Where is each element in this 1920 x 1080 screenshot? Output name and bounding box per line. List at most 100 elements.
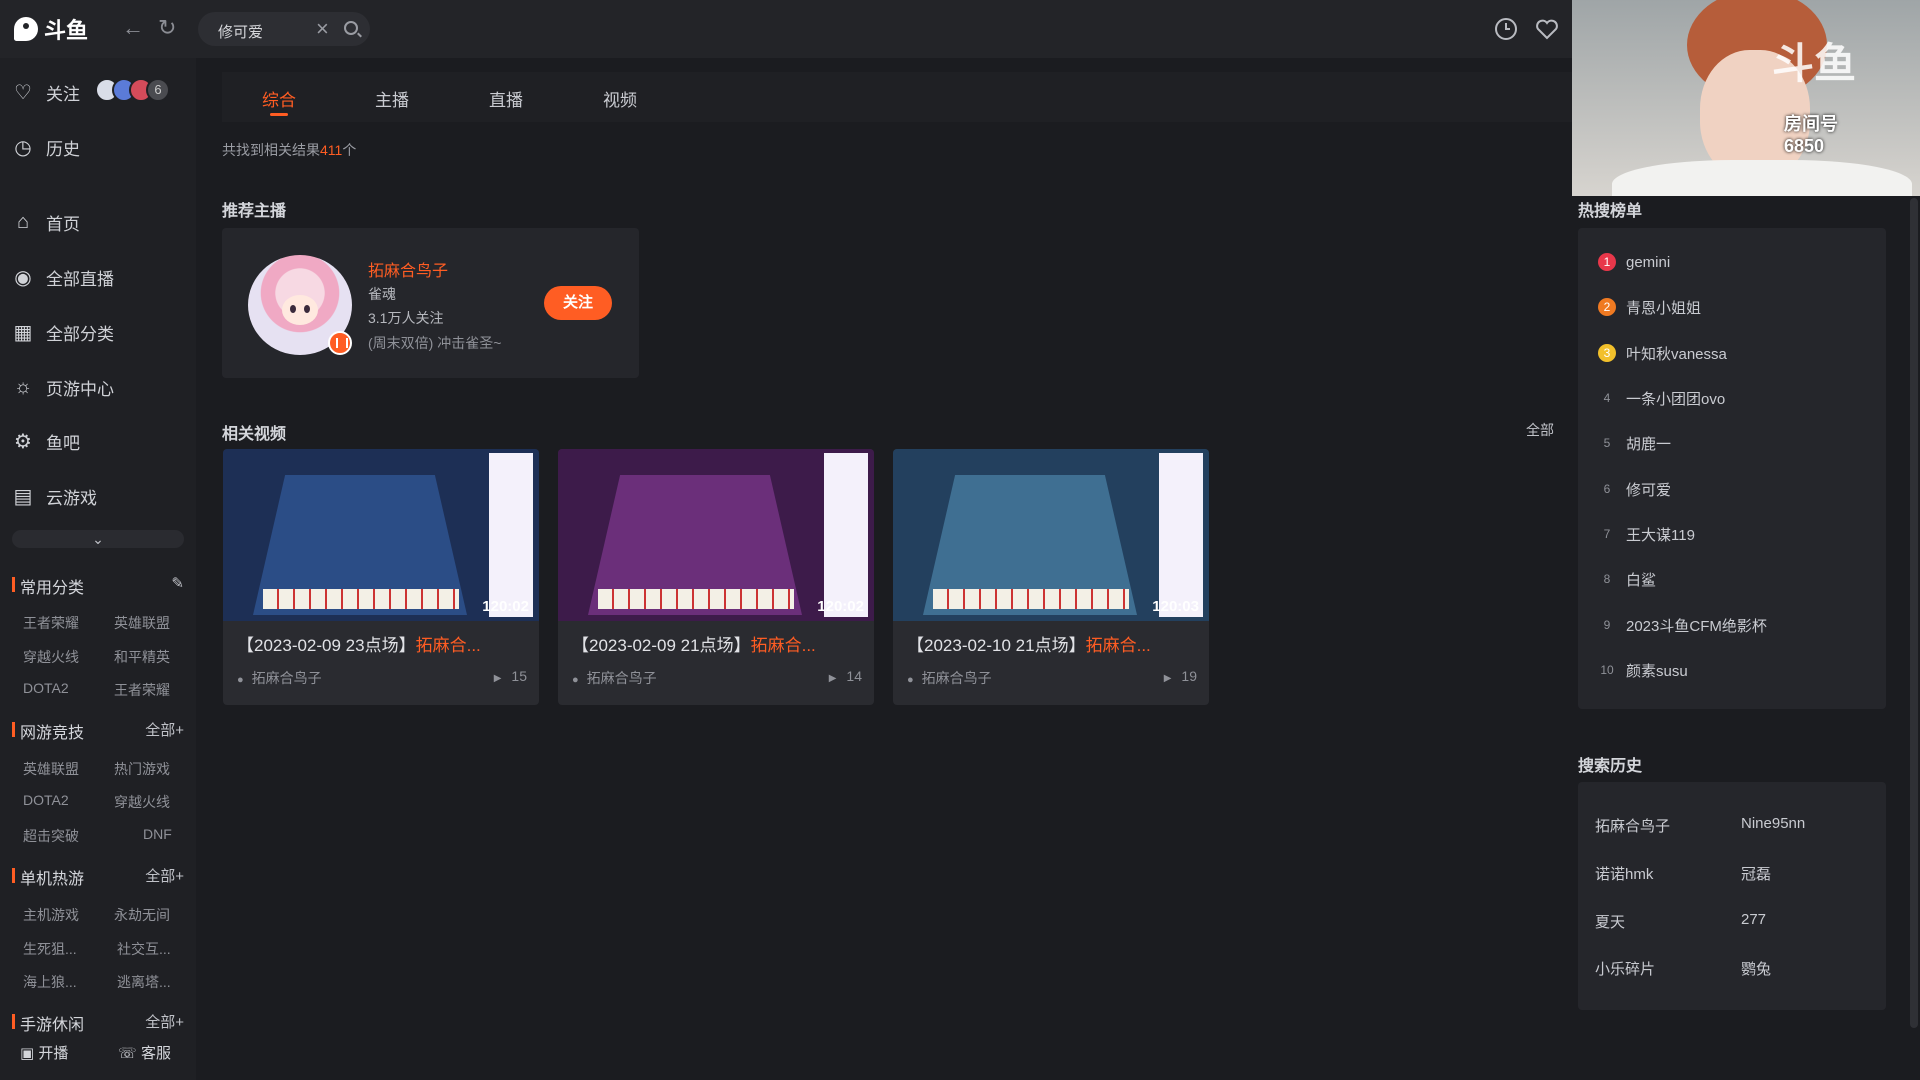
video-title-highlight: 拓麻合... <box>415 636 481 655</box>
result-count-prefix: 共找到相关结果 <box>222 142 320 158</box>
clock-icon[interactable] <box>1493 16 1519 42</box>
video-title-text: 【2023-02-09 23点场】 <box>237 636 416 655</box>
category-link[interactable]: DOTA2 <box>23 792 69 808</box>
hot-search-item[interactable]: 2 青恩小姐姐 <box>1598 296 1701 318</box>
section-more-link[interactable]: 全部+ <box>145 1011 184 1032</box>
hot-search-item[interactable]: 1 gemini <box>1598 251 1670 273</box>
history-item[interactable]: 诺诺hmk <box>1595 863 1653 884</box>
video-title[interactable]: 【2023-02-09 23点场】拓麻合... <box>237 631 527 656</box>
category-link[interactable]: 永劫无间 <box>114 905 170 925</box>
tab-all[interactable]: 综合 <box>262 86 296 111</box>
hot-search-item[interactable]: 10 颜素susu <box>1598 659 1687 681</box>
video-author[interactable]: 拓麻合鸟子 <box>572 668 657 688</box>
follow-button[interactable]: 关注 <box>544 286 612 320</box>
search-history-panel: 拓麻合鸟子 Nine95nn 诺诺hmk 冠磊 夏天 277 小乐碎片 鹦兔 <box>1578 782 1886 1010</box>
avatar-eye <box>304 305 310 313</box>
sidebar-item-all-live[interactable]: ◉ 全部直播 <box>12 262 114 292</box>
tab-videos[interactable]: 视频 <box>603 86 637 111</box>
arrow-left-icon[interactable]: ← <box>122 16 144 40</box>
sidebar-item-game-center[interactable]: ☼ 页游中心 <box>12 372 114 402</box>
edit-icon[interactable]: ✎ <box>171 574 184 592</box>
category-link[interactable]: 英雄联盟 <box>114 613 170 633</box>
hot-search-item[interactable]: 7 王大谋119 <box>1598 523 1695 545</box>
heart-icon[interactable] <box>1534 16 1560 42</box>
page-scrollbar[interactable] <box>1910 198 1918 1028</box>
sidebar-item-follow[interactable]: ♡ 关注 <box>12 77 80 107</box>
close-icon[interactable]: × <box>316 16 329 42</box>
live-icon: ◉ <box>14 266 32 289</box>
broadcast-button[interactable]: ▣ 开播 <box>20 1042 68 1063</box>
category-link[interactable]: 生死狙... <box>23 939 77 959</box>
hot-search-item[interactable]: 8 白鲨 <box>1598 568 1656 590</box>
category-link[interactable]: 社交互... <box>117 939 171 959</box>
category-link[interactable]: 穿越火线 <box>23 647 79 667</box>
category-link[interactable]: 主机游戏 <box>23 905 79 925</box>
video-card[interactable]: 120:02 【2023-02-09 21点场】拓麻合... 拓麻合鸟子 14 <box>558 449 874 705</box>
refresh-icon[interactable]: ↻ <box>158 16 176 40</box>
section-bar <box>12 722 15 737</box>
streamer-card[interactable]: 拓麻合鸟子 雀魂 3.1万人关注 (周末双倍) 冲击雀圣~ 关注 <box>222 228 639 378</box>
category-link[interactable]: DNF <box>143 826 172 842</box>
history-item[interactable]: 277 <box>1741 911 1766 928</box>
history-item[interactable]: 拓麻合鸟子 <box>1595 815 1670 836</box>
video-title[interactable]: 【2023-02-10 21点场】拓麻合... <box>907 631 1197 656</box>
sidebar-item-fishbar[interactable]: ⚙ 鱼吧 <box>12 426 80 456</box>
hot-search-item[interactable]: 5 胡鹿一 <box>1598 432 1671 454</box>
video-card[interactable]: 120:03 【2023-02-10 21点场】拓麻合... 拓麻合鸟子 19 <box>893 449 1209 705</box>
douyu-logo[interactable]: 斗鱼 <box>14 14 88 44</box>
category-link[interactable]: 和平精英 <box>114 647 170 667</box>
history-item[interactable]: 冠磊 <box>1741 863 1771 884</box>
history-item[interactable]: Nine95nn <box>1741 815 1805 832</box>
expand-sidebar-button[interactable]: ⌄ <box>12 530 184 548</box>
hot-search-item[interactable]: 3 叶知秋vanessa <box>1598 342 1727 364</box>
category-link[interactable]: 穿越火线 <box>114 792 170 812</box>
video-card[interactable]: 120:02 【2023-02-09 23点场】拓麻合... 拓麻合鸟子 15 <box>223 449 539 705</box>
tab-live[interactable]: 直播 <box>489 86 523 111</box>
sidebar-item-history[interactable]: ◷ 历史 <box>12 132 80 162</box>
category-link[interactable]: 逃离塔... <box>117 972 171 992</box>
live-badge-icon <box>328 331 352 355</box>
followed-avatars[interactable]: 6 <box>95 78 170 102</box>
hot-search-item[interactable]: 6 修可爱 <box>1598 478 1671 500</box>
category-link[interactable]: 热门游戏 <box>114 759 170 779</box>
rank-badge: 3 <box>1598 344 1616 362</box>
hot-search-title: 热搜榜单 <box>1578 203 1643 220</box>
search-input[interactable]: 修可爱 × <box>198 12 370 46</box>
category-link[interactable]: 王者荣耀 <box>114 680 170 700</box>
video-author[interactable]: 拓麻合鸟子 <box>907 668 992 688</box>
video-author[interactable]: 拓麻合鸟子 <box>237 668 322 688</box>
history-item[interactable]: 鹦兔 <box>1741 958 1771 979</box>
sidebar-item-home[interactable]: ⌂ 首页 <box>12 207 80 237</box>
hot-search-item[interactable]: 9 2023斗鱼CFM绝影杯 <box>1598 614 1767 636</box>
avatar-face <box>282 295 318 325</box>
video-title[interactable]: 【2023-02-09 21点场】拓麻合... <box>572 631 862 656</box>
sidebar-item-label: 全部分类 <box>46 324 114 344</box>
hot-search-item[interactable]: 4 一条小团团ovo <box>1598 387 1726 409</box>
sidebar-item-all-categories[interactable]: ▦ 全部分类 <box>12 317 114 347</box>
headset-icon: ☏ <box>118 1045 137 1062</box>
sidebar-item-label: 云游戏 <box>46 488 97 508</box>
tab-streamers[interactable]: 主播 <box>375 86 409 111</box>
service-button[interactable]: ☏ 客服 <box>118 1042 171 1063</box>
all-videos-link[interactable]: 全部 <box>1526 420 1554 440</box>
clock-icon: ◷ <box>14 136 32 159</box>
category-link[interactable]: 超击突破 <box>23 826 79 846</box>
history-item[interactable]: 小乐碎片 <box>1595 958 1655 979</box>
section-more-link[interactable]: 全部+ <box>145 719 184 740</box>
video-thumbnail[interactable]: 120:03 <box>893 449 1209 621</box>
category-link[interactable]: 王者荣耀 <box>23 613 79 633</box>
history-item[interactable]: 夏天 <box>1595 911 1625 932</box>
streamer-name[interactable]: 拓麻合鸟子 <box>368 257 448 281</box>
search-icon[interactable] <box>344 21 358 35</box>
recommend-title: 推荐主播 <box>222 203 287 220</box>
sidebar-item-cloud-game[interactable]: ▤ 云游戏 <box>12 481 97 511</box>
section-bar <box>12 1014 15 1029</box>
section-more-link[interactable]: 全部+ <box>145 865 184 886</box>
video-thumbnail[interactable]: 120:02 <box>558 449 874 621</box>
category-link[interactable]: DOTA2 <box>23 680 69 696</box>
category-link[interactable]: 海上狼... <box>23 972 77 992</box>
video-thumbnail[interactable]: 120:02 <box>223 449 539 621</box>
streamer-description: (周末双倍) 冲击雀圣~ <box>368 335 502 351</box>
category-link[interactable]: 英雄联盟 <box>23 759 79 779</box>
hot-search-label: 一条小团团ovo <box>1626 390 1726 408</box>
